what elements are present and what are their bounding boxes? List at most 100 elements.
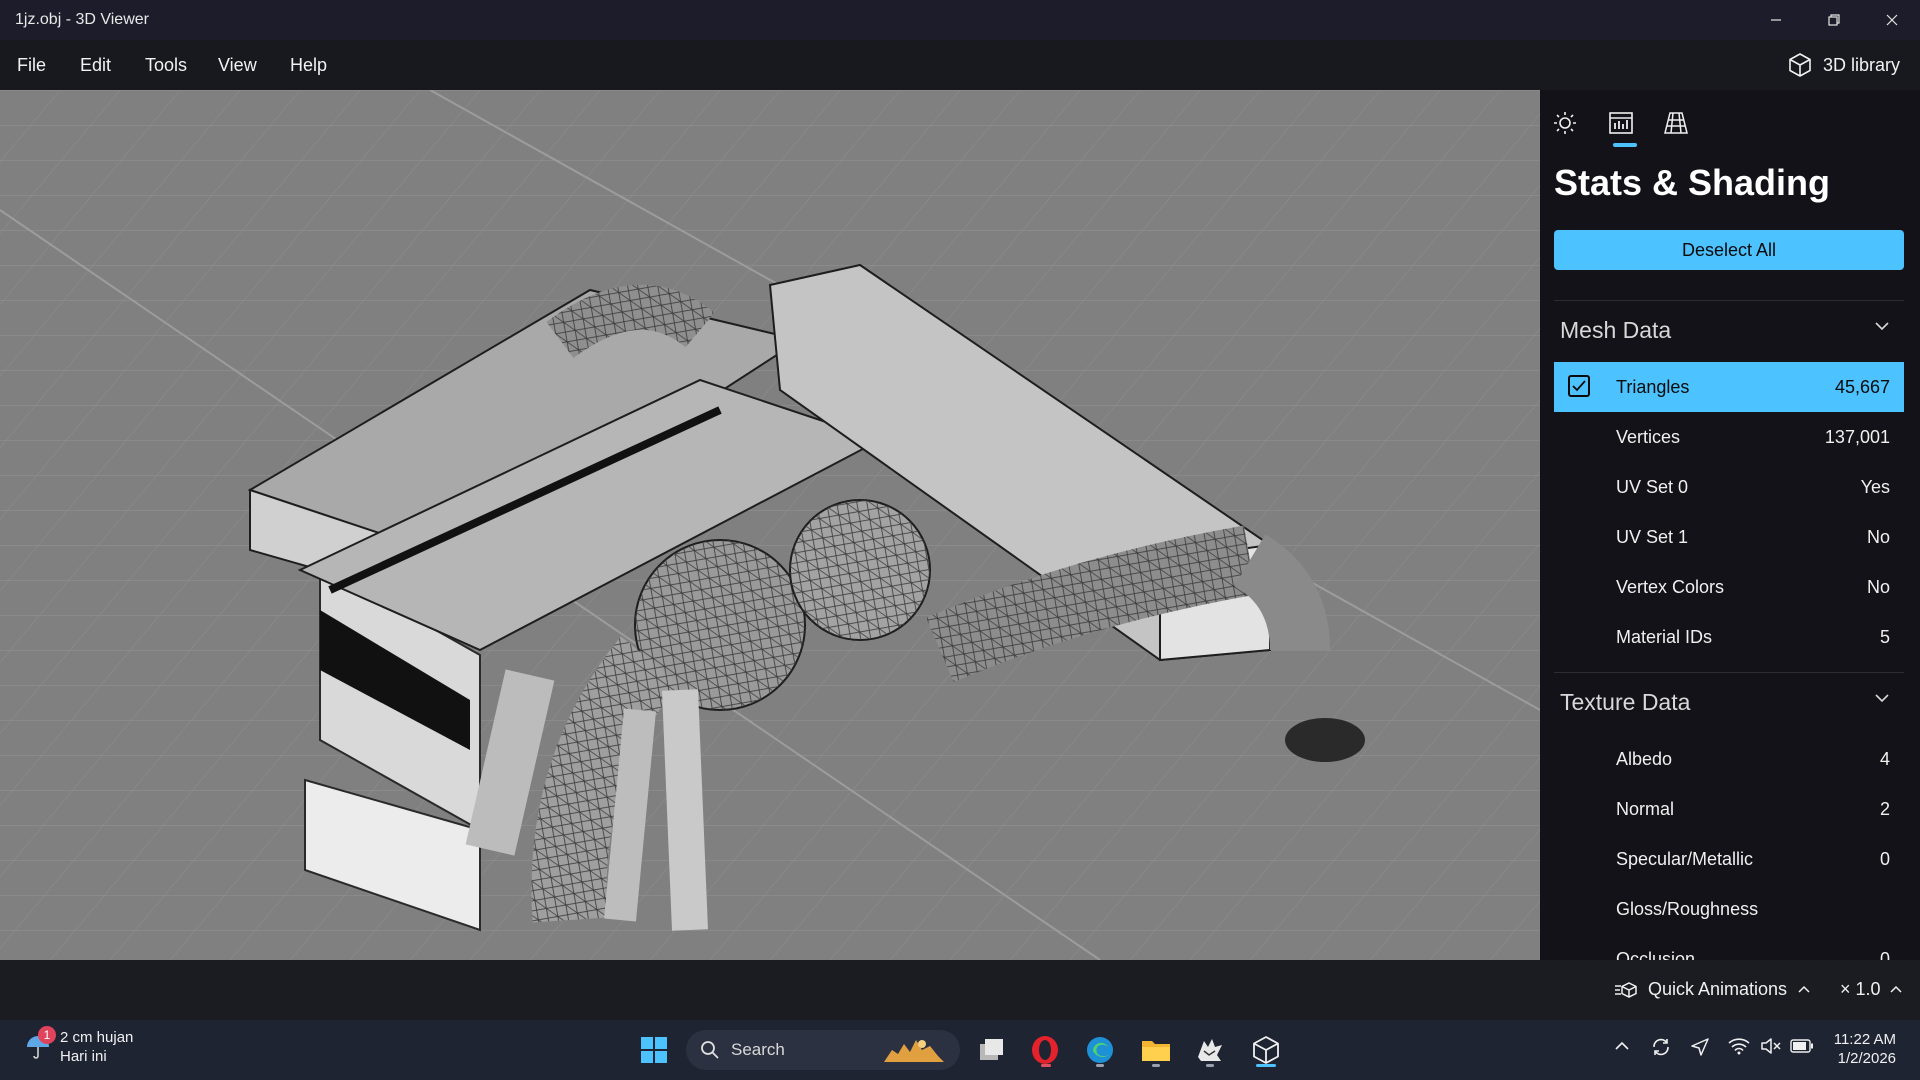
exhaust-pipe-a: [662, 689, 708, 931]
row-value: 0: [1879, 849, 1890, 869]
texture-row-normal[interactable]: Normal 2: [1554, 784, 1904, 834]
task-view-button[interactable]: [972, 1030, 1012, 1070]
grid-icon: [1664, 112, 1688, 134]
row-value: No: [1866, 577, 1890, 597]
search-placeholder: Search: [731, 1040, 785, 1059]
row-name: UV Set 1: [1616, 527, 1689, 547]
row-value: 2: [1879, 799, 1890, 819]
scene-canvas[interactable]: [0, 90, 1540, 960]
row-value: 137,001: [1824, 427, 1890, 447]
edge-icon: [1087, 1037, 1113, 1063]
weather-line1: 2 cm hujan: [60, 1029, 134, 1046]
menu-edit[interactable]: Edit: [80, 55, 111, 76]
taskbar-search[interactable]: Search: [686, 1030, 960, 1070]
row-name: Triangles: [1616, 377, 1690, 397]
panel-title: Stats & Shading: [1554, 162, 1831, 203]
chevron-down-icon: [1875, 322, 1889, 331]
pipe-outlet: [1285, 718, 1365, 762]
tab-lighting[interactable]: [1547, 105, 1583, 141]
texture-row-occlusion[interactable]: Occlusion 0: [1554, 934, 1904, 960]
active-tab-indicator: [1613, 143, 1637, 147]
mesh-row-triangles[interactable]: Triangles 45,667: [1554, 362, 1904, 412]
window-title: 1jz.obj - 3D Viewer: [15, 11, 149, 28]
quick-animations-label: Quick Animations: [1648, 979, 1788, 999]
exhaust-pipe-b: [604, 708, 656, 922]
row-name: UV Set 0: [1616, 477, 1689, 497]
animation-speed-value: × 1.0: [1840, 979, 1881, 999]
texture-row-specular[interactable]: Specular/Metallic 0: [1554, 834, 1904, 884]
menu-help[interactable]: Help: [290, 55, 327, 76]
close-button[interactable]: [1864, 0, 1920, 40]
row-value: No: [1866, 527, 1890, 547]
row-name: Specular/Metallic: [1616, 849, 1754, 869]
deselect-all-button[interactable]: Deselect All: [1554, 230, 1904, 270]
mesh-row-uv-set-0[interactable]: UV Set 0 Yes: [1554, 462, 1904, 512]
search-highlight-icon: [884, 1040, 944, 1062]
running-indicator: [1096, 1064, 1104, 1067]
menu-file[interactable]: File: [17, 55, 46, 76]
speaker-muted-icon[interactable]: [1760, 1037, 1782, 1055]
mesh-row-material-ids[interactable]: Material IDs 5: [1554, 612, 1904, 662]
3d-library-button[interactable]: 3D library: [1787, 52, 1900, 78]
search-icon: [701, 1041, 719, 1059]
location-icon[interactable]: [1690, 1037, 1710, 1057]
stats-panel: Stats & Shading Deselect All Mesh Data T…: [1540, 90, 1920, 960]
menu-bar: File Edit Tools View Help 3D library: [0, 40, 1920, 90]
mesh-data-header[interactable]: Mesh Data: [1554, 300, 1904, 351]
mesh-row-vertex-colors[interactable]: Vertex Colors No: [1554, 562, 1904, 612]
sun-icon: [1554, 112, 1576, 134]
menu-view[interactable]: View: [218, 55, 257, 76]
row-name: Occlusion: [1616, 949, 1696, 960]
rhino-icon: [1198, 1039, 1222, 1061]
texture-data-header[interactable]: Texture Data: [1554, 672, 1904, 723]
quick-animations-button[interactable]: Quick Animations: [1614, 979, 1811, 1000]
texture-row-albedo[interactable]: Albedo 4: [1554, 734, 1904, 784]
battery-icon[interactable]: [1790, 1039, 1814, 1053]
row-value: Yes: [1860, 477, 1890, 497]
clock-date: 1/2/2026: [1837, 1050, 1896, 1067]
opera-icon: [1032, 1036, 1058, 1064]
row-value: 5: [1879, 627, 1890, 647]
wifi-icon[interactable]: [1728, 1037, 1750, 1055]
mesh-row-uv-set-1[interactable]: UV Set 1 No: [1554, 512, 1904, 562]
system-clock[interactable]: 11:22 AM 1/2/2026: [1816, 1030, 1896, 1068]
running-indicator: [1041, 1064, 1051, 1067]
triangles-checkbox[interactable]: [1568, 375, 1590, 397]
chevron-down-icon: [1875, 694, 1889, 703]
animation-bar: Quick Animations × 1.0: [0, 960, 1920, 1020]
row-name: Vertices: [1616, 427, 1681, 447]
tab-grid[interactable]: [1658, 105, 1694, 141]
row-name: Normal: [1616, 799, 1675, 819]
opera-button[interactable]: [1025, 1030, 1065, 1070]
restore-button[interactable]: [1806, 0, 1862, 40]
file-explorer-button[interactable]: [1136, 1030, 1176, 1070]
animation-speed-button[interactable]: × 1.0: [1840, 979, 1903, 1000]
3d-library-label: 3D library: [1822, 54, 1900, 75]
turbo-right-mesh: [790, 500, 930, 640]
taskbar: 2 cm hujan Hari ini 1 Search 11:22 AM 1/…: [0, 1020, 1920, 1080]
texture-row-gloss[interactable]: Gloss/Roughness: [1554, 884, 1904, 934]
mesh-row-vertices[interactable]: Vertices 137,001: [1554, 412, 1904, 462]
start-button[interactable]: [634, 1030, 674, 1070]
row-value: 4: [1879, 749, 1890, 769]
active-indicator: [1256, 1064, 1276, 1067]
animation-icon: [1615, 981, 1637, 998]
texture-data-label: Texture Data: [1560, 689, 1691, 715]
sync-icon[interactable]: [1650, 1036, 1672, 1058]
chevron-up-icon[interactable]: [1614, 1038, 1630, 1054]
cube-icon: [1253, 1036, 1279, 1064]
clock-time: 11:22 AM: [1833, 1031, 1896, 1048]
windows-icon: [641, 1037, 667, 1063]
weather-badge: 1: [38, 1026, 56, 1044]
3d-viewport[interactable]: [0, 90, 1540, 960]
close-icon: [1886, 14, 1898, 26]
task-view-icon: [980, 1039, 1003, 1060]
folder-icon: [1142, 1041, 1170, 1061]
rhino-button[interactable]: [1190, 1030, 1230, 1070]
edge-button[interactable]: [1080, 1030, 1120, 1070]
tab-stats[interactable]: [1603, 105, 1639, 141]
chevron-up-icon: [1890, 985, 1902, 993]
minimize-button[interactable]: [1748, 0, 1804, 40]
menu-tools[interactable]: Tools: [145, 55, 187, 76]
3d-viewer-taskbar-button[interactable]: [1246, 1030, 1286, 1070]
